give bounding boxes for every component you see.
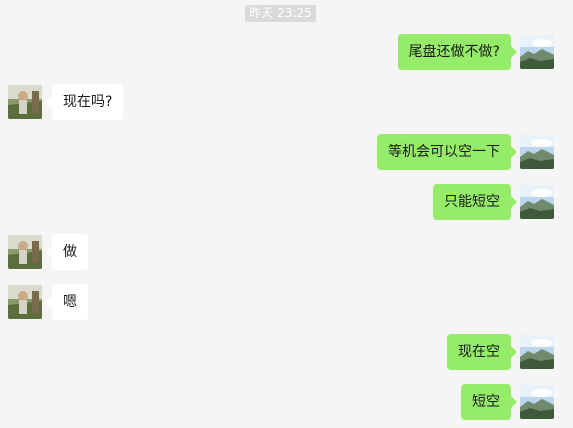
message-bubble-sent[interactable]: 只能短空: [433, 184, 517, 220]
message-bubble-received[interactable]: 现在吗?: [45, 84, 124, 120]
landscape-avatar-icon: [520, 335, 554, 369]
my-avatar[interactable]: [520, 385, 554, 419]
person-photo-avatar-icon: [8, 85, 42, 119]
message-bubble-sent[interactable]: 现在空: [447, 334, 517, 370]
person-photo-avatar-icon: [8, 285, 42, 319]
message-bubble-sent[interactable]: 短空: [461, 384, 517, 420]
landscape-avatar-icon: [520, 135, 554, 169]
message-bubble-received[interactable]: 做: [46, 234, 88, 270]
contact-avatar[interactable]: [8, 85, 42, 119]
message-bubble-sent[interactable]: 等机会可以空一下: [377, 134, 517, 170]
my-avatar[interactable]: [520, 185, 554, 219]
chat-window: 昨天 23:25 尾盘还做不做? 现在吗? 等机会可以空一下 只能短空 做 嗯 …: [0, 0, 573, 428]
my-avatar[interactable]: [520, 335, 554, 369]
message-timestamp: 昨天 23:25: [245, 5, 316, 22]
landscape-avatar-icon: [520, 35, 554, 69]
landscape-avatar-icon: [520, 385, 554, 419]
person-photo-avatar-icon: [8, 235, 42, 269]
message-bubble-sent[interactable]: 尾盘还做不做?: [397, 34, 518, 70]
message-bubble-received[interactable]: 嗯: [46, 284, 88, 320]
my-avatar[interactable]: [520, 135, 554, 169]
contact-avatar[interactable]: [8, 235, 42, 269]
contact-avatar[interactable]: [8, 285, 42, 319]
landscape-avatar-icon: [520, 185, 554, 219]
my-avatar[interactable]: [520, 35, 554, 69]
